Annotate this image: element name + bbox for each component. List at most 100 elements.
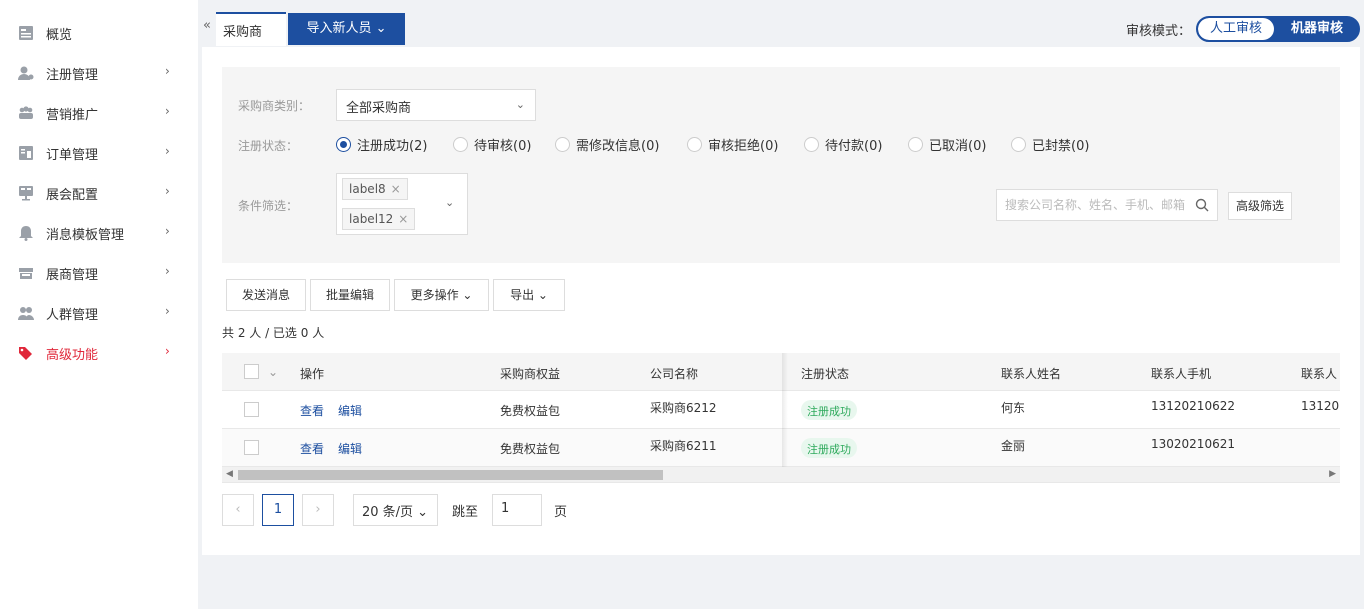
status-radio-needs-edit[interactable]: 需修改信息(0) [555,135,659,154]
selection-count: 共 2 人 / 已选 0 人 [222,326,325,340]
sidebar-item-crowd[interactable]: 人群管理 › [0,293,198,333]
chevron-right-icon: › [165,144,170,158]
column-header-status: 注册状态 [801,367,850,381]
edit-link[interactable]: 编辑 [338,402,362,419]
table-row: 查看 编辑 免费权益包 采购商6212 注册成功 何东 13120210622 … [222,391,1340,429]
chevron-right-icon: › [165,104,170,118]
next-page-button[interactable]: › [302,494,334,526]
review-manual-option[interactable]: 人工审核 [1198,18,1274,40]
people-icon [18,307,34,320]
chevron-right-icon: › [165,344,170,358]
radio-dot [908,137,923,152]
advanced-filter-button[interactable]: 高级筛选 [1228,192,1292,220]
sidebar-item-message-templates[interactable]: 消息模板管理 › [0,213,198,253]
sidebar-item-label: 概览 [46,28,73,43]
status-badge: 注册成功 [801,400,857,420]
status-radio-label: 已封禁(0) [1032,139,1090,154]
top-bar: « 采购商 导入新人员 ⌄ 审核模式： 人工审核 机器审核 [198,0,1364,46]
status-radio-label: 待付款(0) [825,139,883,154]
column-header-benefit: 采购商权益 [500,367,561,381]
status-radio-label: 注册成功(2) [357,139,428,154]
search-icon[interactable] [1195,198,1209,212]
table-row: 查看 编辑 免费权益包 采购商6211 注册成功 金丽 13020210621 [222,429,1340,467]
review-mode-label: 审核模式： [1126,24,1192,39]
filter-tag: label8 × [342,178,408,200]
prev-page-button[interactable]: ‹ [222,494,254,526]
status-radio-label: 待审核(0) [474,139,532,154]
status-radio-label: 已取消(0) [929,139,987,154]
column-header-contact-more: 联系人 [1301,367,1338,381]
collapse-sidebar-icon[interactable]: « [203,18,211,33]
type-filter-label: 采购商类别： [238,99,311,113]
sidebar-item-overview[interactable]: 概览 [0,13,198,53]
filter-tag: label12 × [342,208,416,230]
row-checkbox[interactable] [244,402,259,417]
search-box [996,189,1218,221]
benefit-cell: 免费权益包 [500,404,561,418]
condition-filter-label: 条件筛选： [238,199,299,213]
export-button[interactable]: 导出 ⌄ [493,279,565,311]
review-machine-option[interactable]: 机器审核 [1276,18,1358,40]
main-panel: 采购商类别： 全部采购商 ⌄ 注册状态： 注册成功(2) 待审核(0) 需修改信… [202,47,1360,555]
purchaser-type-select[interactable]: 全部采购商 ⌄ [336,89,536,121]
radio-dot [687,137,702,152]
radio-dot [555,137,570,152]
sidebar: 概览 注册管理 › 营销推广 › 订单管理 › 展会配置 › 消息模板管理 › … [0,0,198,609]
tab-purchasers[interactable]: 采购商 [216,12,286,46]
batch-edit-button[interactable]: 批量编辑 [310,279,390,311]
scroll-left-icon[interactable]: ◀ [226,469,233,479]
view-link[interactable]: 查看 [300,402,324,419]
contact-more-cell: 131202 [1301,399,1340,413]
status-radio-rejected[interactable]: 审核拒绝(0) [687,135,778,154]
row-checkbox[interactable] [244,440,259,455]
sidebar-item-label: 消息模板管理 [46,228,125,243]
review-mode-toggle[interactable]: 人工审核 机器审核 [1196,16,1360,42]
bell-icon [19,226,33,241]
chevron-right-icon: › [165,64,170,78]
send-message-button[interactable]: 发送消息 [226,279,306,311]
view-link[interactable]: 查看 [300,440,324,457]
benefit-cell: 免费权益包 [500,442,561,456]
status-radio-banned[interactable]: 已封禁(0) [1011,135,1089,154]
sidebar-item-orders[interactable]: 订单管理 › [0,133,198,173]
contact-name-cell: 金丽 [1001,439,1026,453]
tag-icon [19,347,32,360]
close-icon[interactable]: × [398,212,408,226]
sidebar-item-advanced[interactable]: 高级功能 › [0,333,198,373]
sidebar-item-label: 订单管理 [46,148,99,163]
radio-dot [1011,137,1026,152]
select-all-checkbox[interactable] [244,364,259,379]
scrollbar-thumb[interactable] [238,470,663,480]
page-size-select[interactable]: 20 条/页 ⌄ [353,494,438,526]
sidebar-item-exhibitors[interactable]: 展商管理 › [0,253,198,293]
status-radio-pending[interactable]: 待审核(0) [453,135,531,154]
edit-link[interactable]: 编辑 [338,440,362,457]
sidebar-item-marketing[interactable]: 营销推广 › [0,93,198,133]
close-icon[interactable]: × [391,182,401,196]
more-actions-button[interactable]: 更多操作 ⌄ [394,279,489,311]
status-radio-success[interactable]: 注册成功(2) [336,135,427,154]
purchaser-table: ⌄ 操作 采购商权益 公司名称 注册状态 联系人姓名 联系人手机 联系人 查看 … [222,353,1340,483]
jump-page-input[interactable]: 1 [492,494,542,526]
import-new-people-button[interactable]: 导入新人员 ⌄ [288,13,405,45]
status-radio-unpaid[interactable]: 待付款(0) [804,135,882,154]
page-1-button[interactable]: 1 [262,494,294,526]
sidebar-item-exhibition-config[interactable]: 展会配置 › [0,173,198,213]
purchaser-type-value: 全部采购商 [346,101,412,116]
column-header-op: 操作 [300,367,325,381]
users-group-icon [19,106,33,119]
scroll-right-icon[interactable]: ▶ [1329,469,1336,479]
chevron-right-icon: › [165,184,170,198]
sidebar-item-register[interactable]: 注册管理 › [0,53,198,93]
chevron-down-icon[interactable]: ⌄ [268,365,278,379]
order-icon [19,146,33,160]
contact-phone-cell: 13020210621 [1151,437,1235,451]
status-radio-cancelled[interactable]: 已取消(0) [908,135,986,154]
chevron-right-icon: › [165,224,170,238]
horizontal-scrollbar[interactable]: ◀ ▶ [222,467,1340,483]
page-suffix-label: 页 [554,505,568,520]
fixed-column-shadow [782,353,788,467]
search-input[interactable] [1005,198,1185,212]
sidebar-item-label: 注册管理 [46,68,99,83]
condition-tag-select[interactable]: label8 × label12 × ⌄ [336,173,468,235]
